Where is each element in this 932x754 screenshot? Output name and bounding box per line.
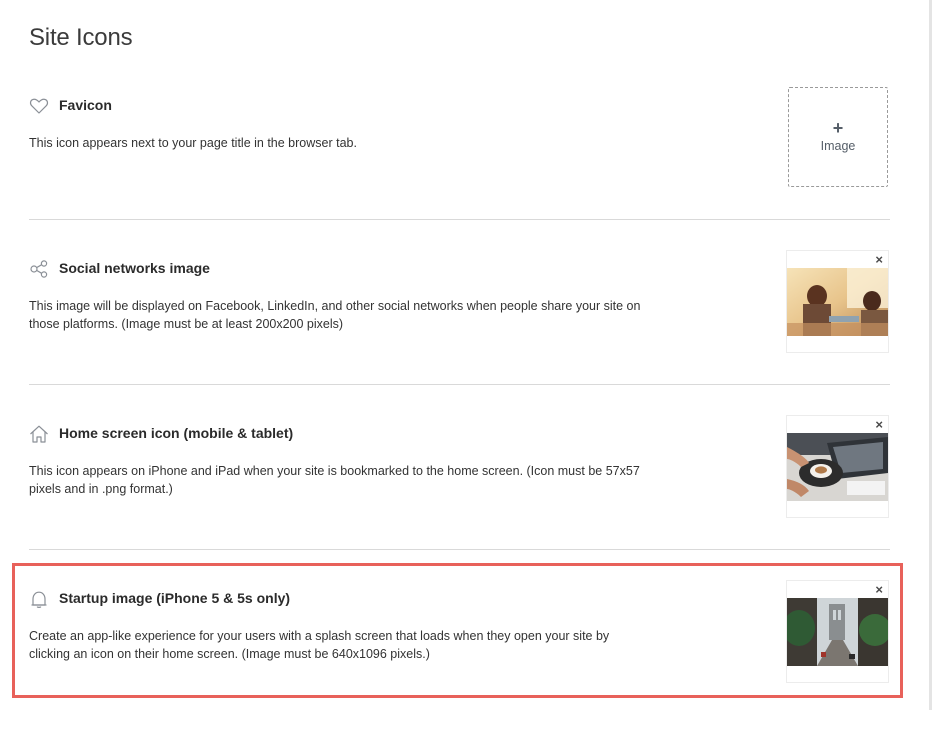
section-description: This icon appears on iPhone and iPad whe… [29, 464, 640, 496]
bell-icon [29, 589, 49, 609]
social-image-thumbnail[interactable]: × [786, 250, 889, 353]
divider [29, 384, 890, 385]
favicon-section: Favicon This icon appears next to your p… [29, 96, 890, 261]
startup-image-section: Startup image (iPhone 5 & 5s only) Creat… [29, 589, 890, 754]
remove-image-button[interactable]: × [875, 583, 883, 597]
section-title: Social networks image [59, 260, 210, 276]
remove-image-button[interactable]: × [875, 418, 883, 432]
remove-image-button[interactable]: × [875, 253, 883, 267]
section-title: Home screen icon (mobile & tablet) [59, 425, 294, 441]
share-icon [29, 259, 49, 279]
plus-icon: + [832, 118, 844, 138]
divider [29, 219, 890, 220]
social-image-section: Social networks image This image will be… [29, 259, 890, 424]
section-description: This icon appears next to your page titl… [29, 136, 357, 150]
section-title: Startup image (iPhone 5 & 5s only) [59, 590, 291, 606]
people-at-table-photo [787, 268, 888, 336]
section-description: This image will be displayed on Facebook… [29, 299, 641, 331]
favicon-upload-button[interactable]: + Image [788, 87, 888, 187]
upload-label: Image [820, 139, 856, 153]
page-title: Site Icons [29, 24, 133, 51]
section-description: Create an app-like experience for your u… [29, 629, 610, 661]
home-icon [29, 424, 49, 444]
divider [29, 549, 890, 550]
startup-image-thumbnail[interactable]: × [786, 580, 889, 683]
city-bridge-street-photo [787, 598, 888, 666]
heart-icon [29, 96, 49, 116]
laptop-coffee-photo [787, 433, 888, 501]
section-title: Favicon [59, 97, 112, 113]
home-screen-icon-thumbnail[interactable]: × [786, 415, 889, 518]
